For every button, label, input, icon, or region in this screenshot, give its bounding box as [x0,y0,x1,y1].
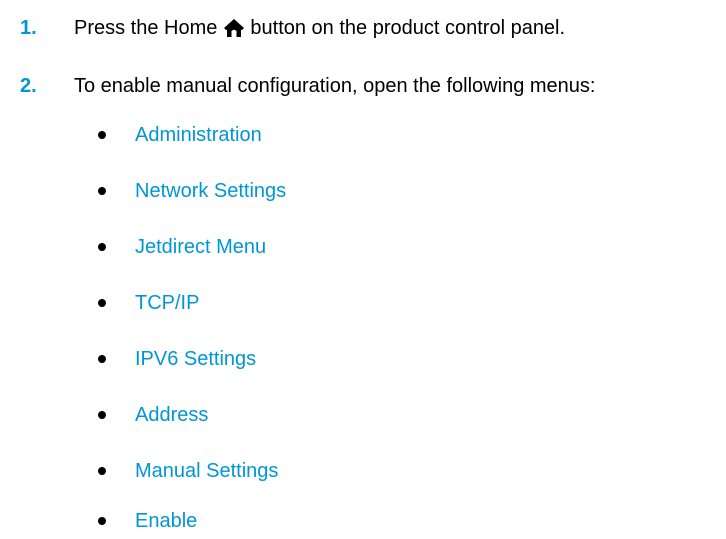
menu-label: Enable [135,509,198,532]
menu-item-jetdirect-menu: Jetdirect Menu [98,233,266,261]
bullet [98,411,106,419]
bullet [98,243,106,251]
menu-item-network-settings: Network Settings [98,177,286,205]
bullet [98,187,106,195]
menu-label: IPV6 Settings [135,347,257,370]
menu-item-manual-settings: Manual Settings [98,457,278,485]
step-text: To enable manual configuration, open the… [74,74,596,97]
step-text-before: Press the Home [74,16,218,39]
step-2: 2. To enable manual configuration, open … [20,71,595,101]
home-icon [223,18,245,38]
menu-item-address: Address [98,401,208,429]
menu-item-ipv6-settings: IPV6 Settings [98,345,256,373]
menu-item-administration: Administration [98,121,262,149]
menu-label: Jetdirect Menu [135,235,267,258]
step-text-after: button on the product control panel. [250,16,566,39]
menu-item-tcp-ip: TCP/IP [98,289,199,317]
menu-label: TCP/IP [135,291,200,314]
step-1: 1. Press the Home button on the product … [20,13,565,43]
menu-label: Manual Settings [135,459,279,482]
menu-label: Administration [135,123,262,146]
bullet [98,299,106,307]
step-number: 1. [20,16,37,39]
menu-label: Address [135,403,209,426]
bullet [98,517,106,525]
bullet [98,131,106,139]
bullet [98,467,106,475]
bullet [98,355,106,363]
menu-item-enable: Enable [98,507,197,535]
menu-label: Network Settings [135,179,287,202]
step-number: 2. [20,74,37,97]
step-text: Press the Home button on the product con… [74,17,565,40]
